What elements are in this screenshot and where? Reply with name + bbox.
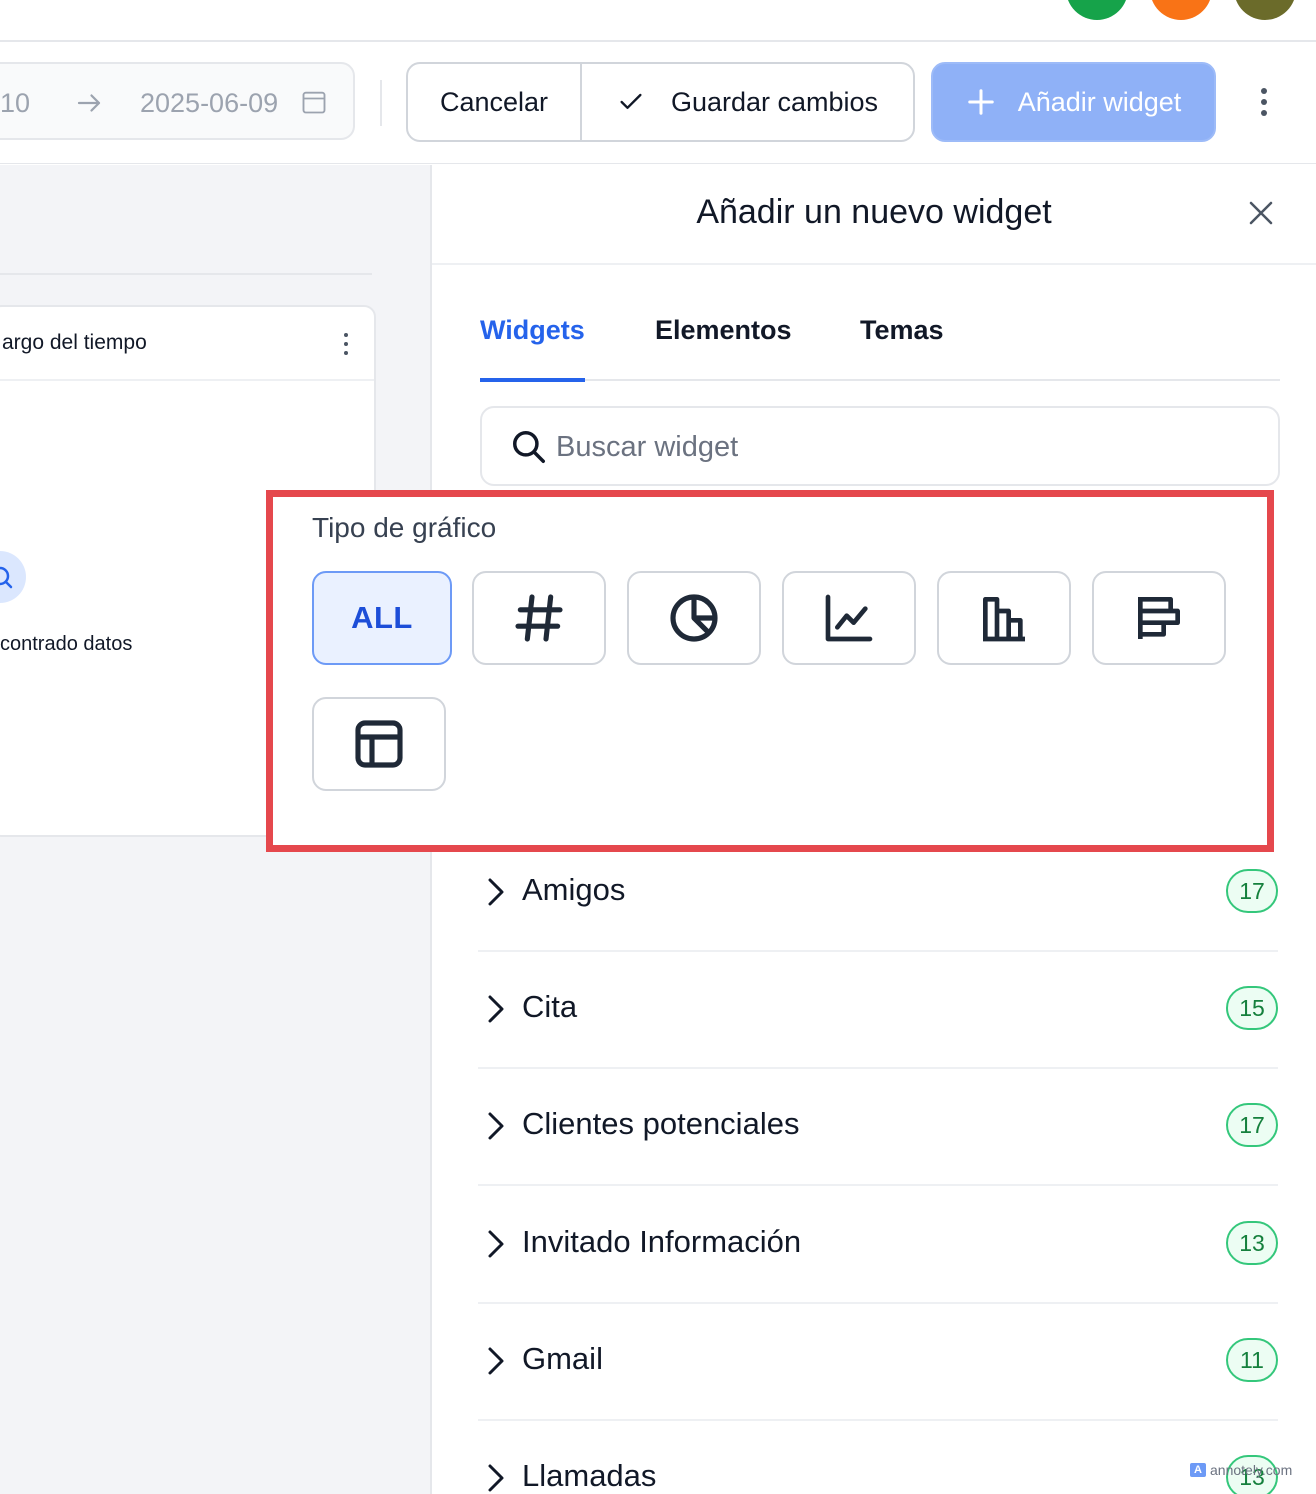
- category-count-badge: 17: [1226, 1103, 1278, 1147]
- close-icon[interactable]: [1246, 198, 1276, 228]
- more-options-icon[interactable]: [1248, 84, 1280, 120]
- category-name: Llamadas: [522, 1458, 657, 1493]
- annotely-logo-icon: A: [1190, 1463, 1206, 1477]
- chart-type-label: Tipo de gráfico: [312, 512, 497, 543]
- category-row[interactable]: Clientes potenciales 17: [478, 1069, 1278, 1186]
- dashboard-toolbar: 10 2025-06-09 Cancelar Guardar cambios A…: [0, 44, 1316, 164]
- avatar[interactable]: [1234, 0, 1296, 20]
- category-row[interactable]: Invitado Información 13: [478, 1187, 1278, 1304]
- category-name: Invitado Información: [522, 1224, 802, 1259]
- save-changes-button[interactable]: Guardar cambios: [582, 64, 913, 140]
- pie-chart-icon: [670, 594, 718, 642]
- chart-type-horizontal-bar-button[interactable]: [1092, 571, 1226, 665]
- check-icon: [620, 93, 642, 110]
- chart-type-line-button[interactable]: [782, 571, 916, 665]
- edit-actions-group: Cancelar Guardar cambios: [406, 62, 915, 142]
- chart-type-highlight: [266, 490, 1274, 852]
- top-bar: [0, 0, 1316, 42]
- cancel-label: Cancelar: [439, 86, 549, 117]
- category-row[interactable]: Amigos 17: [478, 835, 1278, 952]
- date-start: 10: [0, 88, 31, 118]
- date-range-picker[interactable]: 10 2025-06-09: [0, 62, 355, 140]
- hash-icon: [515, 594, 563, 642]
- panel-title: Añadir un nuevo widget: [696, 193, 1052, 231]
- category-count-badge: 11: [1226, 1338, 1278, 1382]
- chart-type-pie-button[interactable]: [627, 571, 761, 665]
- search-icon: [513, 431, 545, 463]
- category-row[interactable]: Llamadas 13: [478, 1421, 1278, 1494]
- chart-type-all-button[interactable]: ALL: [312, 571, 452, 665]
- divider: [0, 273, 372, 275]
- chevron-right-icon: [488, 1347, 504, 1375]
- chevron-right-icon: [488, 878, 504, 906]
- plus-icon: [967, 89, 994, 115]
- widget-card-header: argo del tiempo: [0, 307, 374, 381]
- arrow-right-icon: [77, 94, 101, 112]
- tab-widgets[interactable]: Widgets: [480, 315, 585, 382]
- chart-type-table-button[interactable]: [312, 697, 446, 791]
- save-label: Guardar cambios: [670, 86, 879, 117]
- tab-temas[interactable]: Temas: [860, 315, 944, 381]
- category-row[interactable]: Cita 15: [478, 952, 1278, 1069]
- category-count-badge: 17: [1226, 869, 1278, 913]
- category-row[interactable]: Gmail 11: [478, 1304, 1278, 1421]
- add-widget-label: Añadir widget: [1017, 86, 1182, 117]
- chevron-right-icon: [488, 1112, 504, 1140]
- cancel-button[interactable]: Cancelar: [408, 64, 582, 140]
- widget-menu-icon[interactable]: [342, 333, 350, 355]
- date-end: 2025-06-09: [140, 88, 279, 118]
- category-count-badge: 13: [1226, 1221, 1278, 1265]
- horizontal-bar-icon: [1138, 597, 1180, 639]
- widget-card-title: argo del tiempo: [2, 331, 147, 354]
- chevron-right-icon: [488, 1464, 504, 1492]
- avatar[interactable]: [1150, 0, 1212, 20]
- chart-type-bar-button[interactable]: [937, 571, 1071, 665]
- watermark: A annotely.com: [1190, 1462, 1292, 1478]
- divider: [380, 80, 382, 126]
- category-name: Amigos: [522, 872, 626, 907]
- all-label: ALL: [351, 600, 413, 635]
- chart-type-number-button[interactable]: [472, 571, 606, 665]
- empty-state-text: contrado datos: [0, 633, 133, 655]
- chevron-right-icon: [488, 995, 504, 1023]
- category-name: Clientes potenciales: [522, 1106, 800, 1141]
- tab-elementos[interactable]: Elementos: [655, 315, 792, 381]
- chevron-right-icon: [488, 1230, 504, 1258]
- table-icon: [355, 720, 403, 768]
- search-input[interactable]: [556, 424, 1256, 470]
- line-chart-icon: [825, 594, 873, 642]
- add-widget-button[interactable]: Añadir widget: [931, 62, 1216, 142]
- category-name: Cita: [522, 989, 578, 1024]
- category-count-badge: 15: [1226, 986, 1278, 1030]
- panel-header: Añadir un nuevo widget: [432, 165, 1316, 265]
- avatar[interactable]: [1066, 0, 1128, 20]
- calendar-icon: [302, 91, 326, 114]
- widget-search: [480, 406, 1280, 486]
- panel-tabs: Widgets Elementos Temas: [480, 315, 1280, 382]
- bar-chart-icon: [983, 597, 1025, 642]
- category-name: Gmail: [522, 1341, 603, 1376]
- watermark-text: annotely.com: [1210, 1462, 1293, 1478]
- empty-search-icon: [0, 551, 26, 603]
